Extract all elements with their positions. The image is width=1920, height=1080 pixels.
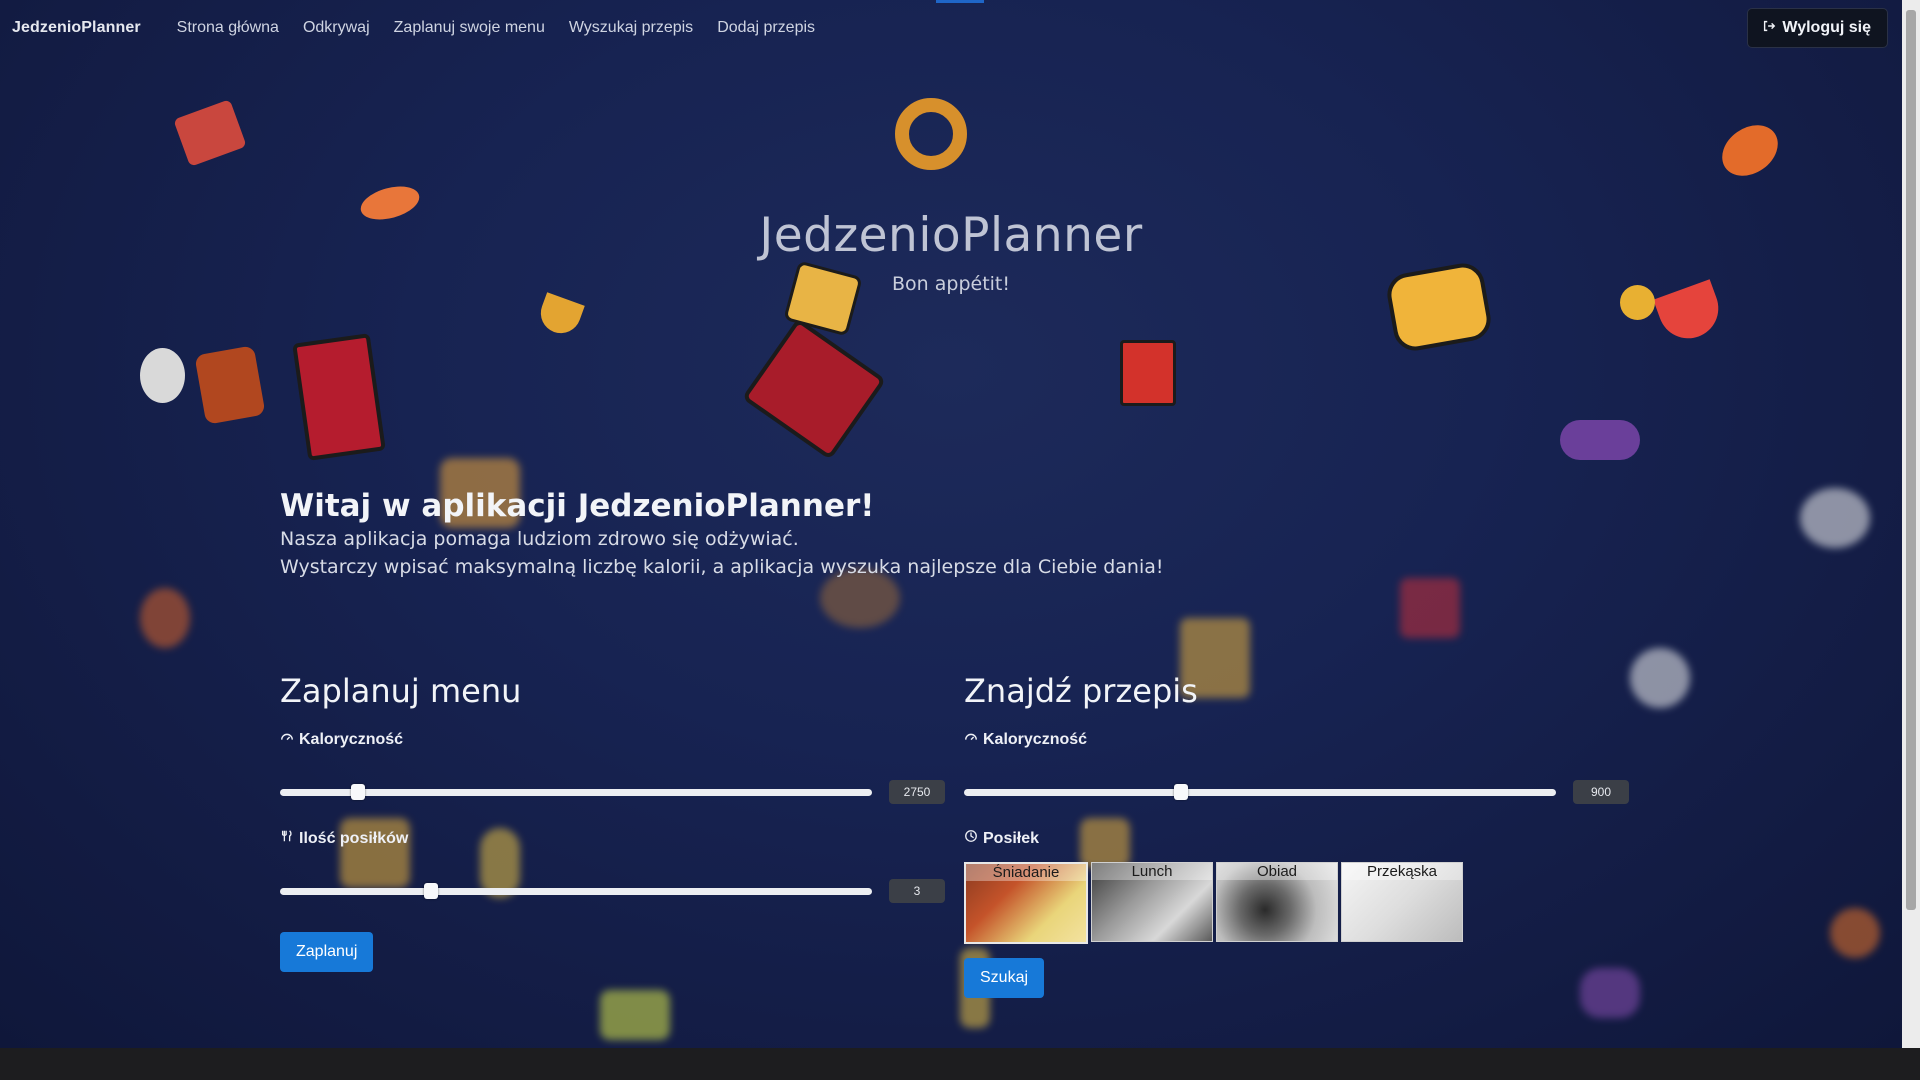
- footer: [0, 1048, 1920, 1080]
- meal-option-snack[interactable]: Przekąska: [1341, 862, 1463, 942]
- plan-calories-label: Kaloryczność: [280, 730, 940, 749]
- meal-option-lunch[interactable]: Lunch: [1091, 862, 1213, 942]
- gauge-icon: [280, 730, 294, 749]
- hero: JedzenioPlanner Bon appétit!: [0, 208, 1902, 295]
- find-recipe-title: Znajdź przepis: [964, 672, 1198, 710]
- navbar: JedzenioPlanner Strona główna Odkrywaj Z…: [0, 0, 1902, 56]
- clock-icon: [964, 829, 978, 848]
- fork-knife-icon: [280, 829, 294, 848]
- plan-meals-value: 3: [889, 879, 945, 903]
- brand-logo[interactable]: JedzenioPlanner: [12, 19, 141, 37]
- logout-label: Wyloguj się: [1782, 19, 1871, 36]
- logout-button[interactable]: Wyloguj się: [1747, 8, 1888, 48]
- plan-button[interactable]: Zaplanuj: [280, 932, 374, 972]
- search-calories-slider[interactable]: 900: [964, 771, 1629, 811]
- nav-link-add-recipe[interactable]: Dodaj przepis: [705, 19, 827, 37]
- slider-thumb[interactable]: [424, 883, 438, 899]
- nav-link-discover[interactable]: Odkrywaj: [291, 19, 382, 37]
- nav-links: Strona główna Odkrywaj Zaplanuj swoje me…: [165, 19, 827, 37]
- plan-calories-slider[interactable]: 2750: [280, 771, 945, 811]
- plan-calories-value: 2750: [889, 780, 945, 804]
- plan-meals-slider[interactable]: 3: [280, 870, 945, 910]
- search-calories-value: 900: [1573, 780, 1629, 804]
- plan-menu-title: Zaplanuj menu: [280, 672, 522, 710]
- search-calories-label: Kaloryczność: [964, 730, 1624, 749]
- plan-meals-label: Ilość posiłków: [280, 829, 940, 848]
- intro-section: Witaj w aplikacji JedzenioPlanner! Nasza…: [280, 488, 1580, 580]
- scrollbar-thumb[interactable]: [1906, 10, 1916, 910]
- intro-heading: Witaj w aplikacji JedzenioPlanner!: [280, 488, 875, 524]
- slider-thumb[interactable]: [351, 784, 365, 800]
- slider-track: [280, 789, 872, 796]
- find-recipe-panel: Znajdź przepis Kaloryczność 900 Posiłek …: [964, 672, 1629, 998]
- gauge-icon: [964, 730, 978, 749]
- nav-link-home[interactable]: Strona główna: [165, 19, 291, 37]
- slider-thumb[interactable]: [1174, 784, 1188, 800]
- intro-line-2: Wystarczy wpisać maksymalną liczbę kalor…: [280, 556, 1164, 578]
- meal-option-dinner[interactable]: Obiad: [1216, 862, 1338, 942]
- search-meal-label: Posiłek: [964, 829, 1624, 848]
- intro-line-1: Nasza aplikacja pomaga ludziom zdrowo si…: [280, 528, 799, 550]
- nav-link-plan-menu[interactable]: Zaplanuj swoje menu: [382, 19, 557, 37]
- search-button[interactable]: Szukaj: [964, 958, 1045, 998]
- logout-icon: [1762, 19, 1776, 38]
- slider-track: [280, 888, 872, 895]
- slider-track: [964, 789, 1556, 796]
- hero-subtitle: Bon appétit!: [892, 273, 1010, 295]
- meal-option-breakfast[interactable]: Śniadanie: [964, 862, 1088, 944]
- meal-type-picker: Śniadanie Lunch Obiad Przekąska: [964, 862, 1624, 944]
- hero-title: JedzenioPlanner: [759, 208, 1143, 263]
- nav-link-search-recipe[interactable]: Wyszukaj przepis: [557, 19, 705, 37]
- plan-menu-panel: Zaplanuj menu Kaloryczność 2750 Ilość po…: [280, 672, 945, 972]
